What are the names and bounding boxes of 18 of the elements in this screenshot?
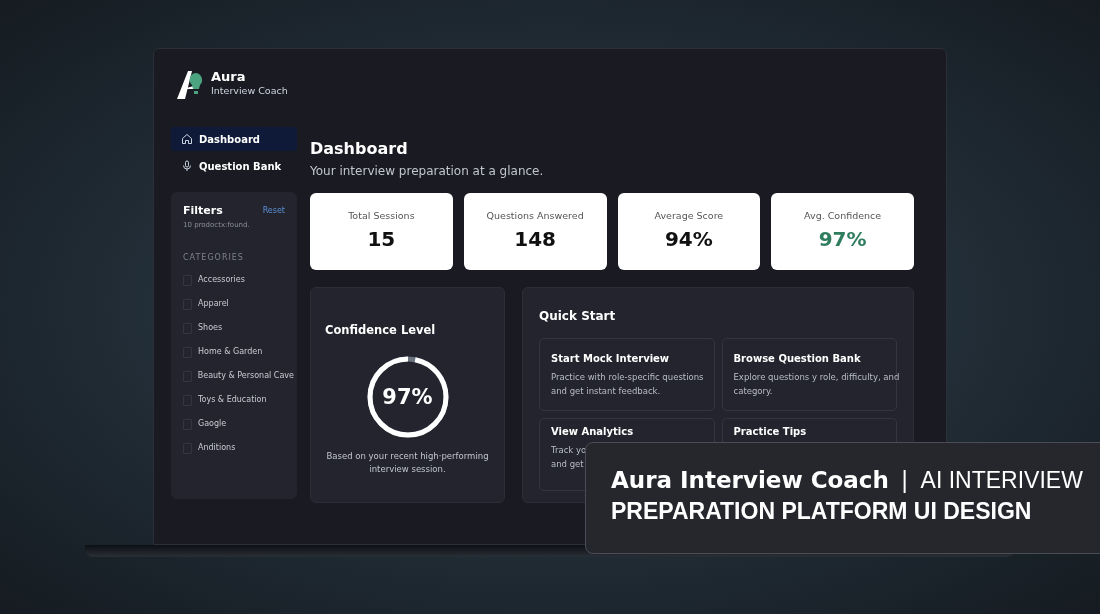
brand-tagline: Interview Coach <box>211 84 288 98</box>
ring-value: 97% <box>382 383 433 411</box>
stat-card: Average Score 94% <box>617 193 761 270</box>
stat-card: Avg. Confidence 97% <box>771 193 914 270</box>
confidence-note: Based on your recent high·performing interview session. <box>325 450 490 477</box>
card-title: Confidence Level <box>325 322 437 339</box>
banner-divider: | <box>900 466 909 495</box>
banner-title: Aura Interview Coach <box>611 466 889 495</box>
section-heading: CATEGORIES <box>183 252 245 264</box>
filters-title: Filters <box>183 203 223 219</box>
banner-kicker: AI INTERIVIEW <box>920 466 1083 495</box>
stat-card: Total Sessions 15 <box>310 193 453 270</box>
page-title: Dashboard <box>310 138 409 160</box>
brand-name: Aura <box>211 70 247 84</box>
stat-card: Questions Answered 148 <box>463 193 607 270</box>
page-subtitle: Your interview preparation at a glance. <box>310 163 545 180</box>
banner-subtitle: PREPARATION PLATFORM UI DESIGN <box>611 497 1033 526</box>
panel-title: Quick Start <box>539 308 617 325</box>
